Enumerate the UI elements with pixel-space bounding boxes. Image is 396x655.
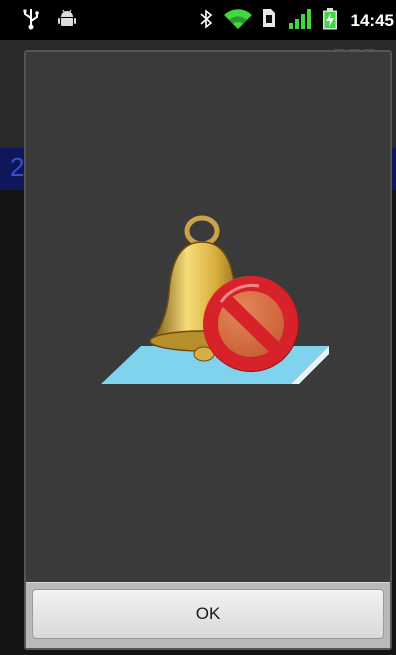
status-bar: 14:45 (0, 0, 396, 40)
bluetooth-icon (199, 8, 213, 35)
background-digit: 2 (10, 152, 25, 182)
status-time: 14:45 (350, 11, 394, 30)
usb-icon (22, 8, 40, 35)
screen: 14:45 2 OK (0, 0, 396, 655)
sim-card-icon (262, 8, 276, 33)
ok-button[interactable]: OK (32, 589, 384, 639)
android-debug-icon (58, 8, 76, 33)
notification-dialog: OK (24, 50, 392, 650)
notification-muted-icon (81, 212, 341, 397)
wifi-icon (224, 8, 252, 35)
battery-charging-icon (322, 8, 338, 35)
dialog-button-bar: OK (26, 582, 390, 648)
signal-bars-icon (288, 8, 314, 35)
